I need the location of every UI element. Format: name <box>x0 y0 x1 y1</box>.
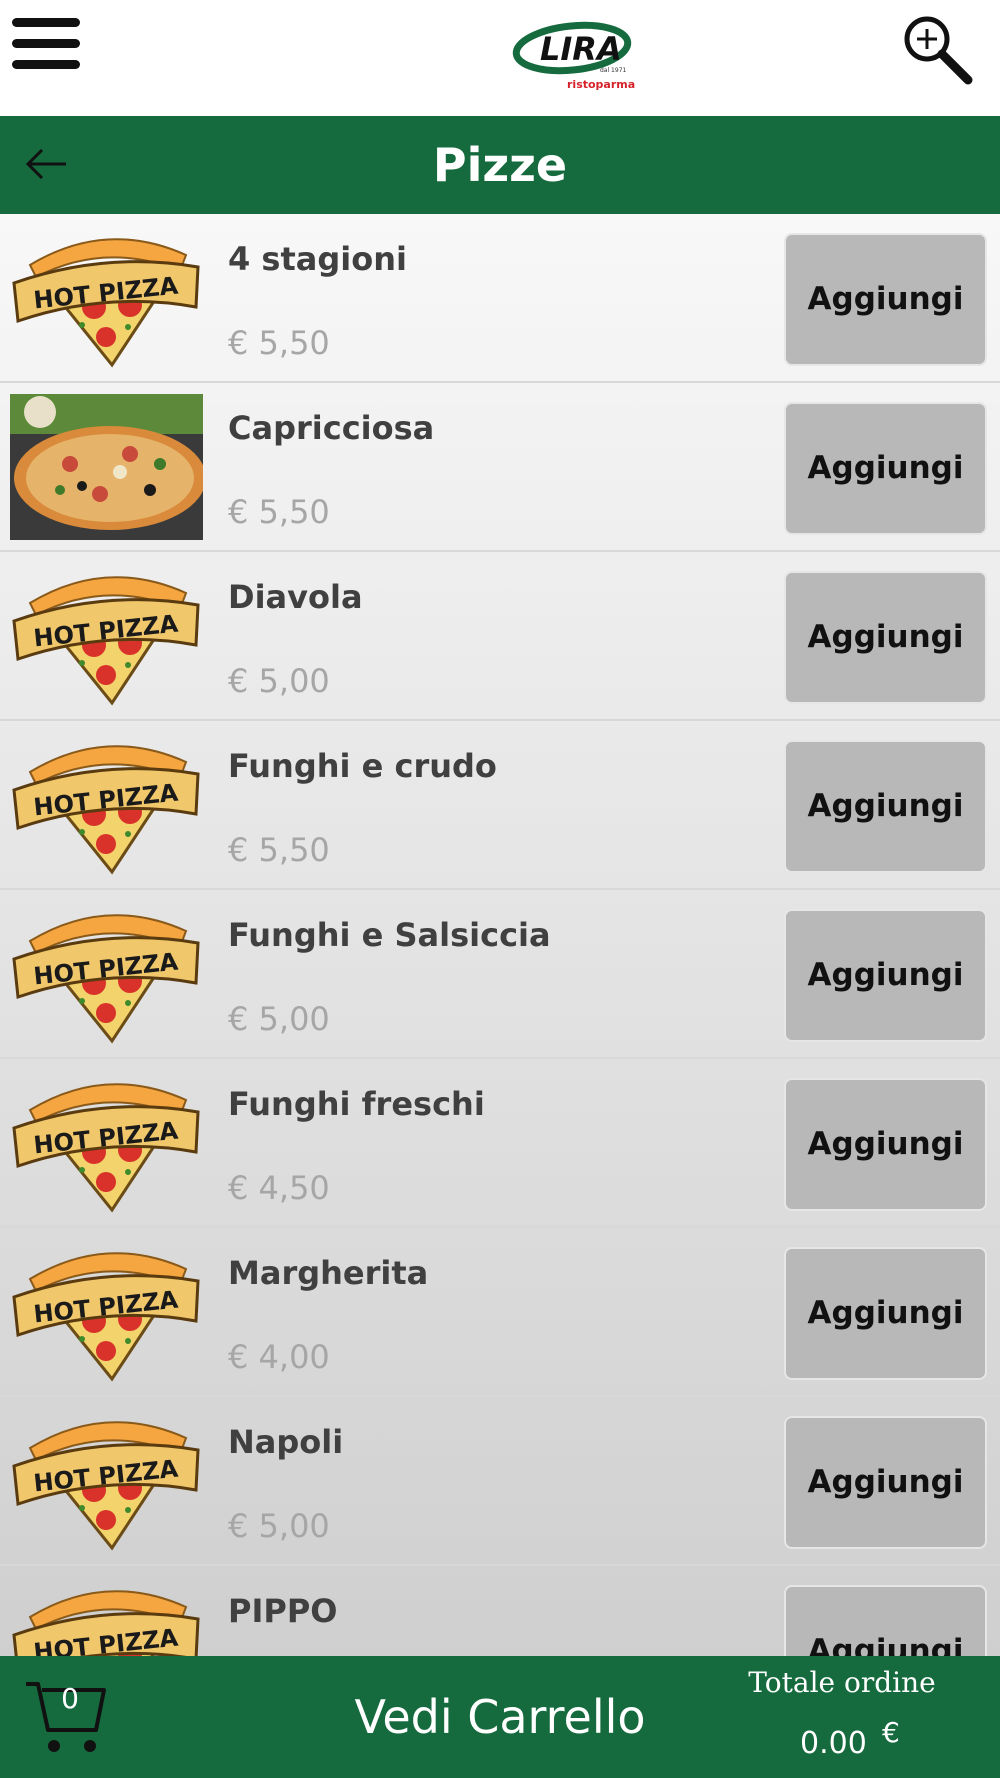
product-price: € 5,50 <box>228 831 330 869</box>
product-list[interactable]: HOT PIZZA 4 stagioni € 5,50 Aggiungi Capri… <box>0 214 1000 1656</box>
product-row: HOT PIZZA PIPPO Aggiungi <box>0 1566 1000 1656</box>
product-name: Diavola <box>228 578 363 616</box>
zoom-in-search-icon[interactable] <box>900 12 976 88</box>
order-total-label: Totale ordine <box>748 1666 936 1699</box>
product-name: PIPPO <box>228 1592 338 1630</box>
product-row: HOT PIZZA Margherita € 4,00 Aggiungi <box>0 1228 1000 1397</box>
add-to-cart-button[interactable]: Aggiungi <box>784 233 987 366</box>
add-to-cart-button[interactable]: Aggiungi <box>784 1078 987 1211</box>
add-to-cart-button[interactable]: Aggiungi <box>784 1247 987 1380</box>
product-row: HOT PIZZA 4 stagioni € 5,50 Aggiungi <box>0 214 1000 383</box>
hot-pizza-logo: HOT PIZZA <box>10 225 203 371</box>
product-row: HOT PIZZA Funghi e crudo € 5,50 Aggiungi <box>0 721 1000 890</box>
product-name: Funghi freschi <box>228 1085 485 1123</box>
pizza-photo <box>10 394 206 540</box>
hot-pizza-logo: HOT PIZZA <box>10 563 203 709</box>
product-price: € 5,50 <box>228 493 330 531</box>
hot-pizza-logo: HOT PIZZA <box>10 1408 203 1554</box>
hot-pizza-logo: HOT PIZZA <box>10 732 203 878</box>
product-price: € 4,50 <box>228 1169 330 1207</box>
add-to-cart-button[interactable]: Aggiungi <box>784 909 987 1042</box>
page-title: Pizze <box>432 138 568 192</box>
cart-count-badge: 0 <box>61 1682 79 1715</box>
product-price: € 5,00 <box>228 1507 330 1545</box>
add-to-cart-button[interactable]: Aggiungi <box>784 571 987 704</box>
product-name: 4 stagioni <box>228 240 407 278</box>
menu-icon[interactable] <box>12 18 80 70</box>
lira-logo: LIRA dal 1971 ristoparma <box>512 21 635 91</box>
view-cart-button[interactable]: Vedi Carrello <box>300 1656 700 1778</box>
currency-symbol: € <box>882 1716 900 1749</box>
product-name: Capricciosa <box>228 409 435 447</box>
product-name: Napoli <box>228 1423 344 1461</box>
product-price: € 5,50 <box>228 324 330 362</box>
product-price: € 5,00 <box>228 1000 330 1038</box>
add-to-cart-button[interactable]: Aggiungi <box>784 1416 987 1549</box>
product-row: HOT PIZZA Funghi e Salsiccia € 5,00 Aggiun… <box>0 890 1000 1059</box>
product-row: HOT PIZZA Funghi freschi € 4,50 Aggiungi <box>0 1059 1000 1228</box>
hot-pizza-logo: HOT PIZZA <box>10 1239 203 1385</box>
product-price: € 5,00 <box>228 662 330 700</box>
product-name: Funghi e crudo <box>228 747 497 785</box>
svg-text:ristoparma: ristoparma <box>567 78 635 91</box>
svg-text:LIRA: LIRA <box>540 30 622 68</box>
svg-text:dal 1971: dal 1971 <box>600 67 627 74</box>
product-row: Capricciosa € 5,50 Aggiungi <box>0 383 1000 552</box>
product-name: Funghi e Salsiccia <box>228 916 551 954</box>
add-to-cart-button[interactable]: Aggiungi <box>784 1585 987 1656</box>
order-total-value: 0.00 <box>800 1726 867 1761</box>
product-row: HOT PIZZA Diavola € 5,00 Aggiungi <box>0 552 1000 721</box>
bottom-cart-bar: 0 Vedi Carrello Totale ordine 0.00 € <box>0 1656 1000 1778</box>
add-to-cart-button[interactable]: Aggiungi <box>784 740 987 873</box>
hot-pizza-logo: HOT PIZZA <box>10 1577 203 1656</box>
category-title-bar: Pizze <box>0 116 1000 214</box>
add-to-cart-button[interactable]: Aggiungi <box>784 402 987 535</box>
product-name: Margherita <box>228 1254 429 1292</box>
product-price: € 4,00 <box>228 1338 330 1376</box>
product-row: HOT PIZZA Napoli € 5,00 Aggiungi <box>0 1397 1000 1566</box>
hot-pizza-logo: HOT PIZZA <box>10 901 203 1047</box>
hot-pizza-logo: HOT PIZZA <box>10 1070 203 1216</box>
top-header: LIRA dal 1971 ristoparma <box>0 0 1000 116</box>
